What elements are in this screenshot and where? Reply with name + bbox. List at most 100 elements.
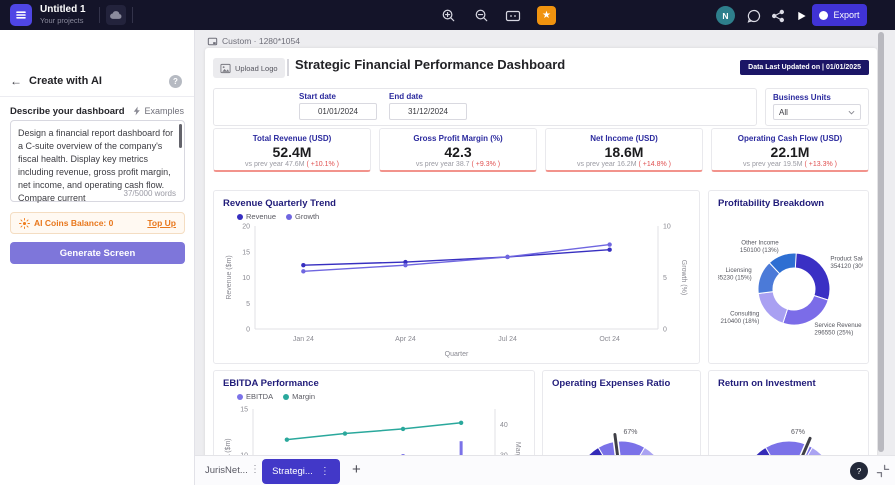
svg-text:Revenue ($m): Revenue ($m) — [226, 255, 233, 299]
play-preview-button[interactable] — [793, 7, 810, 24]
start-date-label: Start date — [299, 92, 336, 101]
export-button[interactable]: Export — [812, 4, 867, 26]
ebitda-card[interactable]: EBITDA Performance EBITDAMargin 15104030… — [213, 370, 535, 455]
image-icon — [220, 63, 231, 73]
app-window: Untitled 1 Your projects ★ N Export ← Cr… — [0, 0, 895, 485]
upload-logo-button[interactable]: Upload Logo — [213, 58, 285, 78]
kpi-card-gross-profit-margin[interactable]: Gross Profit Margin (%) 42.3 vs prev yea… — [379, 128, 537, 172]
kpi-comparison: vs prev year 38.7 ( +9.3% ) — [415, 161, 501, 168]
kpi-label: Net Income (USD) — [590, 134, 658, 143]
examples-link[interactable]: Examples — [133, 106, 184, 116]
top-up-link[interactable]: Top Up — [147, 218, 176, 228]
export-dot-icon — [819, 10, 829, 20]
chart-title: Return on Investment — [718, 378, 816, 389]
kpi-label: Total Revenue (USD) — [252, 134, 332, 143]
textarea-scrollbar[interactable] — [179, 124, 182, 148]
help-button[interactable]: ? — [850, 462, 868, 480]
design-canvas: Custom · 1280*1054 Upload Logo Strategic… — [195, 30, 895, 455]
profitability-card[interactable]: Profitability Breakdown Product Sales354… — [708, 190, 869, 364]
svg-text:Oct 24: Oct 24 — [599, 336, 620, 343]
chevron-down-icon — [848, 110, 855, 114]
back-button[interactable]: ← — [10, 74, 22, 88]
sun-icon — [19, 217, 30, 229]
hamburger-icon — [16, 11, 26, 19]
kebab-menu-icon[interactable]: ⋮ — [250, 464, 260, 475]
legend-item: EBITDA — [237, 392, 273, 401]
help-icon[interactable]: ? — [169, 75, 182, 88]
svg-text:EBITDA ($m): EBITDA ($m) — [225, 438, 232, 455]
canvas-size-label: Custom · 1280*1054 — [207, 36, 300, 46]
svg-text:Licensing185230 (15%): Licensing185230 (15%) — [718, 267, 752, 281]
svg-text:67%: 67% — [790, 429, 804, 436]
project-switcher[interactable]: Untitled 1 Your projects — [40, 4, 100, 26]
svg-text:Other Income150100 (13%): Other Income 150100 (13%) — [740, 240, 779, 255]
svg-text:40: 40 — [500, 422, 508, 429]
roi-gauge-chart: 33%67% — [754, 429, 823, 455]
share-button[interactable] — [769, 7, 786, 24]
monitor-icon — [505, 10, 520, 21]
preview-screen-button[interactable] — [504, 7, 521, 24]
create-with-ai-panel: ← Create with AI ? Describe your dashboa… — [0, 30, 195, 485]
dashboard-title: Strategic Financial Performance Dashboar… — [295, 57, 566, 72]
collapse-panel-button[interactable] — [876, 464, 890, 478]
kebab-menu-icon[interactable]: ⋮ — [320, 466, 330, 477]
star-icon: ★ — [542, 10, 551, 21]
bolt-icon — [134, 106, 141, 116]
business-units-select[interactable]: All — [773, 104, 861, 120]
chat-bubble-icon — [747, 9, 760, 23]
svg-text:0: 0 — [663, 327, 667, 334]
svg-text:10: 10 — [242, 275, 250, 282]
business-units-card: Business Units All — [765, 88, 869, 126]
revenue-trend-card[interactable]: Revenue Quarterly Trend Revenue Growth 0 5… — [213, 190, 700, 364]
svg-text:0: 0 — [246, 327, 250, 334]
chart-title: EBITDA Performance — [223, 378, 319, 389]
dashboard-sheet: Upload Logo Strategic Financial Performa… — [205, 48, 877, 455]
play-icon — [798, 11, 806, 20]
start-date-input[interactable]: 01/01/2024 — [299, 103, 377, 120]
kpi-value: 22.1M — [770, 144, 810, 160]
charts-row-2: EBITDA Performance EBITDAMargin 15104030… — [213, 370, 869, 455]
app-menu-button[interactable] — [10, 4, 32, 26]
zoom-out-button[interactable] — [473, 7, 490, 24]
project-title: Untitled 1 — [40, 4, 86, 15]
svg-text:Jan 24: Jan 24 — [293, 336, 314, 343]
kpi-value: 18.6M — [604, 144, 644, 160]
charts-row-1: Revenue Quarterly Trend Revenue Growth 0 5… — [213, 190, 869, 364]
last-updated-badge: Data Last Updated on | 01/01/2025 — [740, 60, 869, 75]
comments-button[interactable] — [745, 7, 762, 24]
date-filter-card: Start date 01/01/2024 End date 31/12/202… — [213, 88, 757, 126]
svg-text:15: 15 — [240, 407, 248, 414]
add-screen-button[interactable]: + — [352, 461, 361, 478]
divider — [0, 96, 194, 97]
svg-text:Margin (%): Margin (%) — [514, 442, 521, 455]
kpi-card-operating-cash-flow[interactable]: Operating Cash Flow (USD) 22.1M vs prev … — [711, 128, 869, 172]
kpi-card-total-revenue[interactable]: Total Revenue (USD) 52.4M vs prev year 4… — [213, 128, 371, 172]
roi-card[interactable]: Return on Investment 33%67% — [708, 370, 869, 455]
cloud-sync-button[interactable] — [106, 5, 126, 25]
share-icon — [771, 9, 784, 22]
end-date-label: End date — [389, 92, 423, 101]
svg-text:Consulting210400 (18%): Consulting 210400 (18%) — [720, 311, 759, 326]
tab-strategic-active[interactable]: Strategi... ⋮ — [262, 459, 340, 484]
kpi-comparison: vs prev year 19.5M ( +13.3% ) — [743, 161, 837, 168]
opex-ratio-card[interactable]: Operating Expenses Ratio 33%67% — [542, 370, 701, 455]
svg-text:5: 5 — [246, 301, 250, 308]
end-date-input[interactable]: 31/12/2024 — [389, 103, 467, 120]
zoom-in-icon — [442, 9, 455, 22]
legend-item: Growth — [286, 212, 319, 221]
ai-coins-banner: AI Coins Balance: 0 Top Up — [10, 212, 185, 234]
zoom-in-button[interactable] — [440, 7, 457, 24]
tab-jurisnet[interactable]: JurisNet... — [205, 465, 248, 476]
kpi-comparison: vs prev year 16.2M ( +14.8% ) — [577, 161, 671, 168]
word-count: 37/5000 words — [123, 189, 176, 198]
kpi-card-net-income[interactable]: Net Income (USD) 18.6M vs prev year 16.2… — [545, 128, 703, 172]
avatar[interactable]: N — [716, 6, 735, 25]
collapse-icon — [876, 464, 890, 478]
whats-new-button[interactable]: ★ — [537, 6, 556, 25]
canvas-scrollbar[interactable] — [878, 32, 884, 452]
screens-tab-bar: JurisNet... ⋮ Strategi... ⋮ + ? — [195, 455, 895, 485]
generate-screen-button[interactable]: Generate Screen — [10, 242, 185, 264]
chart-legend: EBITDA Margin — [237, 392, 525, 401]
prompt-textarea[interactable]: Design a financial report dashboard for … — [10, 120, 185, 203]
revenue-trend-chart: 0 5 10 15 20 0 5 10 Jan 24 Apr 24 Jul 24 Oct 24 Quar… — [226, 224, 687, 359]
